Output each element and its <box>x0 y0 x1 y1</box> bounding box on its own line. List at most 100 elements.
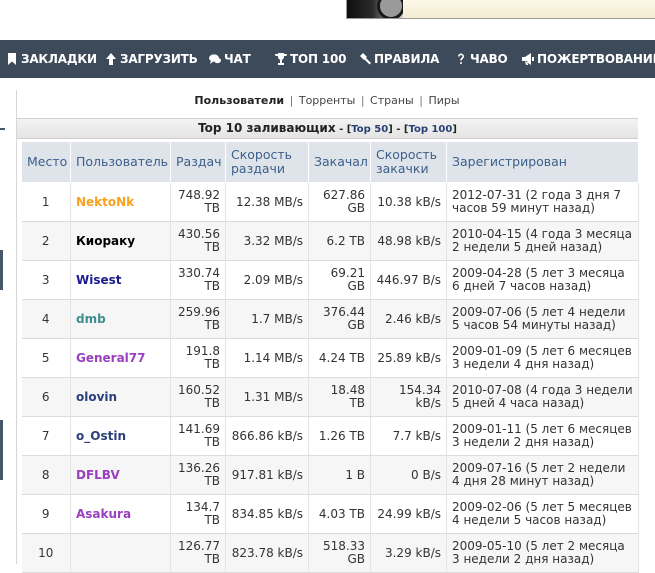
section-title-bar: Top 10 заливающих - [Top 50] - [Top 100] <box>17 118 638 139</box>
gavel-icon <box>360 53 371 65</box>
cell-down-speed: 3.29 kB/s <box>370 533 447 573</box>
cell-place: 7 <box>21 416 71 456</box>
cell-up-speed: 866.86 kB/s <box>225 416 309 456</box>
nav-top100[interactable]: ТОП 100 <box>275 40 346 78</box>
cell-up-speed: 1.7 MB/s <box>225 299 309 339</box>
cell-down-speed: 7.7 kB/s <box>370 416 447 456</box>
cell-down-speed: 48.98 kB/s <box>370 221 447 261</box>
header-uploaded[interactable]: Раздач <box>170 141 226 183</box>
nav-faq[interactable]: ЧАВО <box>455 40 508 78</box>
nav-upload[interactable]: ЗАГРУЗИТЬ <box>105 40 198 78</box>
table-row: 10 126.77 TB 823.78 kB/s 518.33 GB 3.29 kB/s… <box>21 533 639 573</box>
subnav-torrents-link[interactable]: Торренты <box>299 94 355 107</box>
main-navigation-bar: ЗАКЛАДКИ ЗАГРУЗИТЬ ЧАТ ТОП 100 ПРАВИЛА Ч… <box>0 40 655 78</box>
cell-up-speed: 1.31 MB/s <box>225 377 309 417</box>
user-link[interactable]: DFLBV <box>70 455 171 495</box>
nav-chat-label: ЧАТ <box>224 52 251 66</box>
cell-uploaded: 136.26 TB <box>170 455 226 495</box>
nav-chat[interactable]: ЧАТ <box>209 40 251 78</box>
header-downloaded[interactable]: Закачал <box>308 141 371 183</box>
cell-uploaded: 134.7 TB <box>170 494 226 534</box>
sidebar-edge-mark <box>0 128 5 130</box>
top100-link[interactable]: Top 100 <box>408 124 452 135</box>
user-link[interactable]: olovin <box>70 377 171 417</box>
user-link[interactable]: o_Ostin <box>70 416 171 456</box>
table-row: 2 Киораку 430.56 TB 3.32 MB/s 6.2 TB 48.98 kB… <box>21 221 639 261</box>
user-link[interactable] <box>70 533 171 573</box>
cell-downloaded: 69.21 GB <box>308 260 371 300</box>
subnav-peers-link[interactable]: Пиры <box>428 94 459 107</box>
nav-rules[interactable]: ПРАВИЛА <box>359 40 439 78</box>
cell-down-speed: 24.99 kB/s <box>370 494 447 534</box>
cell-registered: 2012-07-31 (2 года 3 дня 7 часов 59 мину… <box>446 182 639 222</box>
cell-registered: 2009-02-06 (5 лет 5 месяцев 4 недели 5 ч… <box>446 494 639 534</box>
header-down-speed[interactable]: Скорость закачки <box>370 141 447 183</box>
cell-registered: 2009-05-10 (5 лет 2 месяца 3 недели 2 дн… <box>446 533 639 573</box>
nav-top100-label: ТОП 100 <box>290 52 347 66</box>
nav-upload-label: ЗАГРУЗИТЬ <box>120 52 198 66</box>
cell-uploaded: 330.74 TB <box>170 260 226 300</box>
header-user[interactable]: Пользователь <box>70 141 171 183</box>
cell-uploaded: 748.92 TB <box>170 182 226 222</box>
user-link[interactable]: General77 <box>70 338 171 378</box>
section-title: Top 10 заливающих <box>198 121 336 135</box>
user-link[interactable]: Киораку <box>70 221 171 261</box>
cell-place: 2 <box>21 221 71 261</box>
nav-donate-label: ПОЖЕРТВОВАНИЕ <box>537 52 655 66</box>
header-registered[interactable]: Зарегистрирован <box>446 141 639 183</box>
cell-down-speed: 154.34 kB/s <box>370 377 447 417</box>
cell-down-speed: 10.38 kB/s <box>370 182 447 222</box>
cell-down-speed: 0 B/s <box>370 455 447 495</box>
cell-up-speed: 1.14 MB/s <box>225 338 309 378</box>
stats-subnav: Пользователи | Торренты | Страны | Пиры <box>194 94 460 107</box>
cell-up-speed: 2.09 MB/s <box>225 260 309 300</box>
cell-down-speed: 2.46 kB/s <box>370 299 447 339</box>
megaphone-icon <box>522 53 534 65</box>
cell-registered: 2009-07-06 (5 лет 4 недели 5 часов 54 ми… <box>446 299 639 339</box>
top-uploaders-table: Место Пользователь Раздач Скорость разда… <box>21 141 639 573</box>
cell-up-speed: 3.32 MB/s <box>225 221 309 261</box>
table-header-row: Место Пользователь Раздач Скорость разда… <box>21 141 639 183</box>
table-row: 8 DFLBV 136.26 TB 917.81 kB/s 1 B0 B/s 2009-0… <box>21 455 639 495</box>
cell-downloaded: 4.24 TB <box>308 338 371 378</box>
subnav-users-active: Пользователи <box>194 94 285 107</box>
user-link[interactable]: Asakura <box>70 494 171 534</box>
subnav-countries-link[interactable]: Страны <box>370 94 414 107</box>
table-row: 5 General77 191.8 TB 1.14 MB/s 4.24 TB 25.89 … <box>21 338 639 378</box>
header-up-speed[interactable]: Скорость раздачи <box>225 141 309 183</box>
sidebar-edge-mark <box>0 250 3 290</box>
cell-place: 5 <box>21 338 71 378</box>
trophy-icon <box>275 53 287 65</box>
cell-registered: 2010-04-15 (4 года 3 месяца 2 недели 5 д… <box>446 221 639 261</box>
table-row: 9 Asakura 134.7 TB 834.85 kB/s 4.03 TB 24.99 … <box>21 494 639 534</box>
chat-bubbles-icon <box>209 54 221 64</box>
cell-downloaded: 6.2 TB <box>308 221 371 261</box>
cell-registered: 2009-07-16 (5 лет 2 недели 4 дня 28 мину… <box>446 455 639 495</box>
cell-registered: 2009-04-28 (5 лет 3 месяца 6 дней 7 часо… <box>446 260 639 300</box>
header-place[interactable]: Место <box>21 141 71 183</box>
cell-downloaded: 4.03 TB <box>308 494 371 534</box>
cell-uploaded: 259.96 TB <box>170 299 226 339</box>
user-link[interactable]: NektoNk <box>70 182 171 222</box>
cell-up-speed: 12.38 MB/s <box>225 182 309 222</box>
nav-bookmarks[interactable]: ЗАКЛАДКИ <box>6 40 97 78</box>
banner-background <box>403 0 655 18</box>
table-row: 1 NektoNk 748.92 TB 12.38 MB/s 627.86 GB 10.3… <box>21 182 639 222</box>
cell-place: 9 <box>21 494 71 534</box>
cell-uploaded: 160.52 TB <box>170 377 226 417</box>
cell-up-speed: 917.81 kB/s <box>225 455 309 495</box>
user-link[interactable]: Wisest <box>70 260 171 300</box>
nav-bookmarks-label: ЗАКЛАДКИ <box>21 52 97 66</box>
cell-downloaded: 376.44 GB <box>308 299 371 339</box>
cell-downloaded: 518.33 GB <box>308 533 371 573</box>
arrow-up-icon <box>106 53 116 65</box>
table-row: 6 olovin 160.52 TB 1.31 MB/s 18.48 TB 154.34 … <box>21 377 639 417</box>
cell-downloaded: 1.26 TB <box>308 416 371 456</box>
cell-up-speed: 834.85 kB/s <box>225 494 309 534</box>
nav-donate[interactable]: ПОЖЕРТВОВАНИЕ <box>522 40 655 78</box>
bookmark-icon <box>8 53 16 65</box>
top50-link[interactable]: Top 50 <box>351 124 388 135</box>
user-link[interactable]: dmb <box>70 299 171 339</box>
cell-place: 4 <box>21 299 71 339</box>
cell-uploaded: 141.69 TB <box>170 416 226 456</box>
